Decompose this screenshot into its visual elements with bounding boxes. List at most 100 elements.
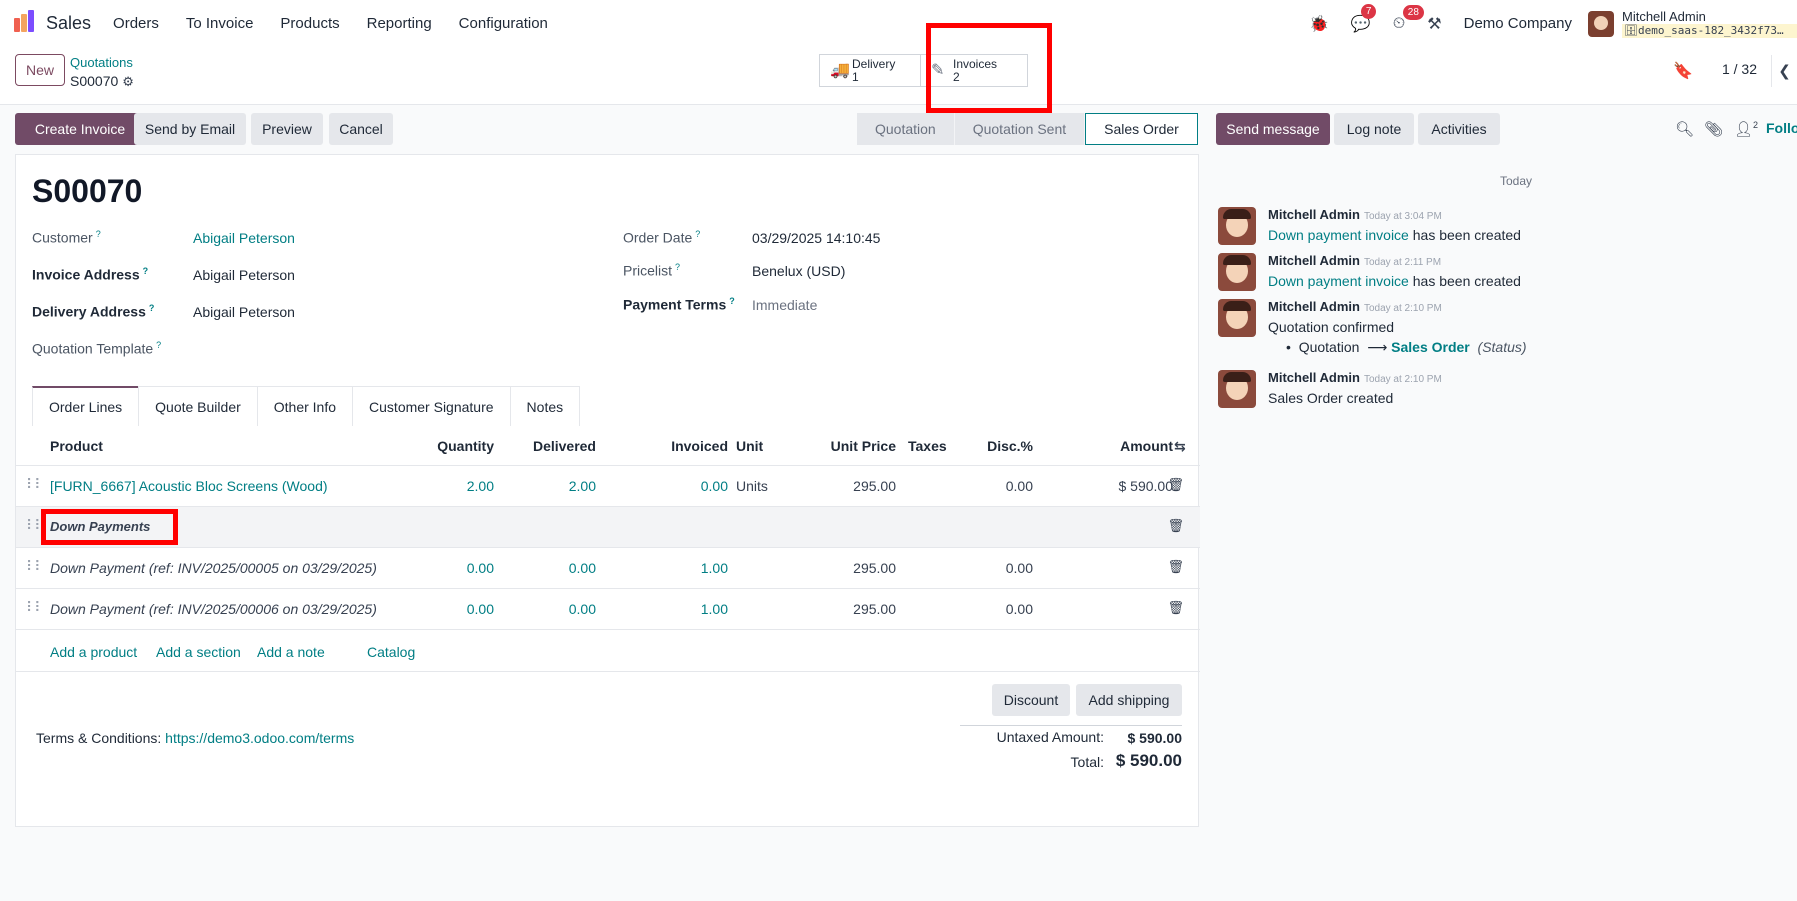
col-product[interactable]: Product [50,438,103,454]
row-invoiced[interactable]: 0.00 [616,478,728,494]
col-taxes[interactable]: Taxes [908,438,947,454]
row-unit-price[interactable]: 295.00 [796,601,896,617]
activities-button[interactable]: Activities [1418,113,1500,145]
company-switcher[interactable]: Demo Company [1464,15,1572,32]
delivery-smart-button[interactable]: 🚚 Delivery 1 [819,54,921,87]
row-invoiced[interactable]: 1.00 [616,560,728,576]
sales-app-icon[interactable] [12,9,40,38]
row-disc[interactable]: 0.00 [956,601,1033,617]
tools-icon[interactable]: ⚒ [1427,14,1441,34]
pricelist-field[interactable]: Benelux (USD) [752,263,845,279]
message-author[interactable]: Mitchell Admin [1268,253,1360,268]
table-row[interactable]: ⠇⠇ Down Payment (ref: INV/2025/00006 on … [16,589,1200,630]
avatar[interactable] [1218,370,1256,408]
bookmark-icon[interactable]: 🔖 [1673,61,1693,81]
col-amount[interactable]: Amount [1056,438,1173,454]
table-section-row[interactable]: ⠇⠇ Down Payments 🗑︎ [16,507,1200,548]
drag-handle-icon[interactable]: ⠇⠇ [26,558,44,575]
user-avatar[interactable] [1588,10,1614,37]
add-note-link[interactable]: Add a note [257,644,325,660]
add-section-link[interactable]: Add a section [156,644,241,660]
col-delivered[interactable]: Delivered [506,438,596,454]
row-quantity[interactable]: 0.00 [406,601,494,617]
row-delivered[interactable]: 2.00 [506,478,596,494]
bug-icon[interactable]: 🐞 [1309,14,1329,34]
send-email-button[interactable]: Send by Email [134,113,246,145]
col-unit[interactable]: Unit [736,438,763,454]
messages-icon[interactable]: 💬 7 [1351,3,1377,34]
gear-icon[interactable]: ⚙ [122,74,134,89]
invoice-address-field[interactable]: Abigail Peterson [193,267,295,283]
avatar[interactable] [1218,253,1256,291]
menu-products[interactable]: Products [280,15,339,32]
row-quantity[interactable]: 0.00 [406,560,494,576]
stage-quotation-sent[interactable]: Quotation Sent [954,113,1086,145]
row-invoiced[interactable]: 1.00 [616,601,728,617]
follow-button[interactable]: Follo [1766,120,1797,136]
row-delivered[interactable]: 0.00 [506,601,596,617]
add-product-link[interactable]: Add a product [50,644,137,660]
message-author[interactable]: Mitchell Admin [1268,299,1360,314]
col-invoiced[interactable]: Invoiced [616,438,728,454]
add-shipping-button[interactable]: Add shipping [1076,684,1182,716]
stage-sales-order[interactable]: Sales Order [1085,113,1198,145]
tab-order-lines[interactable]: Order Lines [32,386,140,426]
cancel-button[interactable]: Cancel [329,113,393,145]
menu-configuration[interactable]: Configuration [459,15,548,32]
app-name[interactable]: Sales [46,13,91,34]
table-row[interactable]: ⠇⠇ [FURN_6667] Acoustic Bloc Screens (Wo… [16,466,1200,507]
col-quantity[interactable]: Quantity [406,438,494,454]
followers-icon[interactable]: 👤︎2 [1734,120,1758,138]
search-icon[interactable]: 🔍︎ [1675,120,1694,138]
table-row[interactable]: ⠇⠇ Down Payment (ref: INV/2025/00005 on … [16,548,1200,589]
user-menu[interactable]: Mitchell Admin 🗄demo_saas-182_3432f73… [1622,10,1797,38]
tab-customer-signature[interactable]: Customer Signature [352,386,511,426]
preview-button[interactable]: Preview [251,113,323,145]
customer-field[interactable]: Abigail Peterson [193,230,295,246]
avatar[interactable] [1218,299,1256,337]
row-product[interactable]: Down Payment (ref: INV/2025/00006 on 03/… [50,601,377,617]
row-disc[interactable]: 0.00 [956,560,1033,576]
row-unit-price[interactable]: 295.00 [796,560,896,576]
tab-other-info[interactable]: Other Info [256,386,354,426]
delivery-address-field[interactable]: Abigail Peterson [193,304,295,320]
drag-handle-icon[interactable]: ⠇⠇ [26,476,44,493]
column-settings-icon[interactable]: ⇆ [1174,438,1186,455]
tab-quote-builder[interactable]: Quote Builder [138,386,258,426]
trash-icon[interactable]: 🗑︎ [1167,518,1184,534]
trash-icon[interactable]: 🗑︎ [1167,600,1184,616]
trash-icon[interactable]: 🗑︎ [1167,559,1184,575]
message-author[interactable]: Mitchell Admin [1268,207,1360,222]
message-link[interactable]: Down payment invoice [1268,273,1409,289]
trash-icon[interactable]: 🗑︎ [1167,477,1184,493]
drag-handle-icon[interactable]: ⠇⠇ [26,599,44,616]
discount-button[interactable]: Discount [992,684,1070,716]
pager-value[interactable]: 1 / 32 [1722,61,1757,77]
send-message-button[interactable]: Send message [1216,113,1330,145]
create-invoice-button[interactable]: Create Invoice [15,113,145,145]
row-delivered[interactable]: 0.00 [506,560,596,576]
breadcrumb-quotations[interactable]: Quotations [70,55,133,70]
row-unit[interactable]: Units [736,478,768,494]
payment-terms-field[interactable]: Immediate [752,297,817,313]
menu-orders[interactable]: Orders [113,15,159,32]
row-disc[interactable]: 0.00 [956,478,1033,494]
row-product[interactable]: Down Payment (ref: INV/2025/00005 on 03/… [50,560,377,576]
new-button[interactable]: New [15,54,65,86]
order-date-field[interactable]: 03/29/2025 14:10:45 [752,230,880,246]
catalog-link[interactable]: Catalog [367,644,415,660]
message-author[interactable]: Mitchell Admin [1268,370,1360,385]
menu-to-invoice[interactable]: To Invoice [186,15,254,32]
row-product[interactable]: [FURN_6667] Acoustic Bloc Screens (Wood) [50,478,328,494]
row-quantity[interactable]: 2.00 [406,478,494,494]
activities-icon[interactable]: ⏲ 28 [1393,4,1424,33]
pager-previous-button[interactable]: ❮ [1771,55,1797,87]
message-link[interactable]: Down payment invoice [1268,227,1409,243]
avatar[interactable] [1218,207,1256,245]
quotation-template-field[interactable] [193,340,493,358]
tab-notes[interactable]: Notes [509,386,581,426]
row-unit-price[interactable]: 295.00 [796,478,896,494]
stage-quotation[interactable]: Quotation [857,113,955,145]
menu-reporting[interactable]: Reporting [367,15,432,32]
terms-link[interactable]: https://demo3.odoo.com/terms [165,730,354,746]
